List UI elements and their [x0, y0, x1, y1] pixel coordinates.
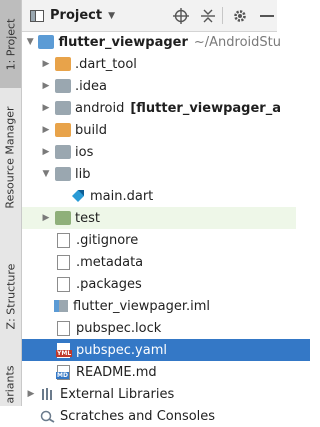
library-icon: [42, 388, 52, 400]
module-suffix: [flutter_viewpager_a: [130, 100, 281, 116]
tree-row-label: test: [75, 210, 100, 226]
tree-row-label: External Libraries: [60, 386, 175, 402]
module-folder-icon: [38, 35, 55, 49]
tree-row-ios[interactable]: ▶ ios: [22, 141, 296, 163]
tree-row-main-dart[interactable]: main.dart: [22, 185, 320, 207]
tree-row-scratches[interactable]: Scratches and Consoles: [22, 405, 295, 427]
project-toolbar: Project ▼: [22, 0, 277, 32]
collapsed-arrow-icon[interactable]: ▶: [41, 103, 51, 113]
tree-row-lib[interactable]: ▼ lib: [22, 163, 296, 185]
collapsed-arrow-icon[interactable]: ▶: [26, 389, 36, 399]
tree-row-label: .idea: [75, 78, 107, 94]
collapse-all-icon: [201, 9, 215, 22]
tree-row-pubspec-lock[interactable]: pubspec.lock: [22, 317, 310, 339]
collapsed-arrow-icon[interactable]: ▶: [41, 125, 51, 135]
git-ignore-file-icon: [57, 232, 70, 248]
tree-row-label: main.dart: [90, 188, 154, 204]
collapsed-arrow-icon[interactable]: ▶: [41, 59, 51, 69]
expanded-arrow-icon[interactable]: ▼: [26, 37, 34, 47]
text-file-icon: [57, 276, 70, 292]
expanded-arrow-icon[interactable]: ▼: [41, 169, 51, 179]
folder-icon: [55, 167, 71, 181]
root-path: ~/AndroidStu: [193, 34, 281, 50]
tree-row-android[interactable]: ▶ android [flutter_viewpager_a: [22, 97, 296, 119]
collapsed-arrow-icon[interactable]: ▶: [41, 81, 51, 91]
tab-build-variants-label: ariants: [4, 364, 18, 404]
crosshair-icon: [173, 7, 189, 24]
collapsed-arrow-icon[interactable]: ▶: [41, 147, 51, 157]
collapse-all-button[interactable]: [200, 0, 216, 31]
tree-row-label: README.md: [76, 364, 157, 380]
tree-row-metadata[interactable]: .metadata: [22, 251, 310, 273]
text-file-icon: [57, 254, 70, 270]
tree-row-pubspec-yaml[interactable]: YML pubspec.yaml: [22, 339, 310, 361]
md-badge: MD: [56, 371, 69, 379]
excluded-folder-icon: [55, 57, 71, 71]
markdown-file-icon: MD: [56, 364, 70, 380]
toolbar-separator: [222, 7, 223, 24]
tree-row-label: build: [75, 122, 107, 138]
tree-row-label: Scratches and Consoles: [60, 408, 216, 424]
tab-resource-manager[interactable]: Resource Manager: [0, 95, 21, 220]
settings-button[interactable]: [232, 0, 248, 31]
tab-structure-label: Z: Structure: [4, 263, 18, 329]
tab-resource-manager-label: Resource Manager: [4, 106, 18, 209]
text-file-icon: [57, 320, 70, 336]
project-view-icon: [30, 9, 44, 22]
tree-row-label: lib: [75, 166, 91, 182]
tab-project[interactable]: 1: Project: [0, 0, 21, 88]
test-folder-icon: [55, 211, 71, 225]
tree-row-gitignore[interactable]: .gitignore: [22, 229, 310, 251]
tree-row-label: ios: [75, 144, 94, 160]
hide-button[interactable]: [260, 0, 274, 31]
collapsed-arrow-icon[interactable]: ▶: [41, 213, 51, 223]
tree-row-label: flutter_viewpager.iml: [73, 298, 211, 314]
tree-row-label: .dart_tool: [75, 56, 137, 72]
tree-row-label: .gitignore: [76, 232, 139, 248]
gear-icon: [234, 9, 246, 22]
tree-row-idea[interactable]: ▶ .idea: [22, 75, 296, 97]
tree-row-label: .packages: [76, 276, 142, 292]
excluded-folder-icon: [55, 123, 71, 137]
yaml-badge: YML: [56, 349, 73, 357]
dart-file-icon: [72, 190, 84, 202]
folder-icon: [55, 145, 71, 159]
tree-row-label: pubspec.lock: [76, 320, 162, 336]
folder-icon: [55, 79, 71, 93]
view-selector[interactable]: Project ▼: [30, 0, 115, 31]
tree-row-dart-tool[interactable]: ▶ .dart_tool: [22, 53, 296, 75]
tree-row-external-libraries[interactable]: ▶ External Libraries: [22, 383, 281, 405]
tab-structure[interactable]: Z: Structure: [0, 252, 21, 340]
tree-row-build[interactable]: ▶ build: [22, 119, 296, 141]
chevron-down-icon: ▼: [108, 10, 115, 21]
tree-row-label: .metadata: [76, 254, 144, 270]
yaml-file-icon: YML: [56, 342, 73, 358]
module-file-icon: [54, 300, 68, 312]
tree-row-label: pubspec.yaml: [76, 342, 167, 358]
tree-row-label: android: [75, 100, 125, 116]
tool-window-sidebar: 1: Project Resource Manager Z: Structure…: [0, 0, 22, 406]
tree-row-iml[interactable]: flutter_viewpager.iml: [22, 295, 308, 317]
tree-row-packages[interactable]: .packages: [22, 273, 310, 295]
tab-build-variants[interactable]: ariants: [0, 362, 21, 406]
minimize-icon: [260, 14, 274, 17]
tree-row-test[interactable]: ▶ test: [22, 207, 296, 229]
root-name: flutter_viewpager: [58, 34, 188, 50]
tab-project-label: 1: Project: [4, 18, 17, 70]
tree-root-row[interactable]: ▼ flutter_viewpager ~/AndroidStu: [22, 31, 281, 53]
scratches-icon: [40, 410, 55, 423]
locate-button[interactable]: [173, 0, 189, 31]
module-folder-icon: [55, 101, 71, 115]
tree-row-readme[interactable]: MD README.md: [22, 361, 310, 383]
toolbar-title: Project: [50, 8, 103, 23]
